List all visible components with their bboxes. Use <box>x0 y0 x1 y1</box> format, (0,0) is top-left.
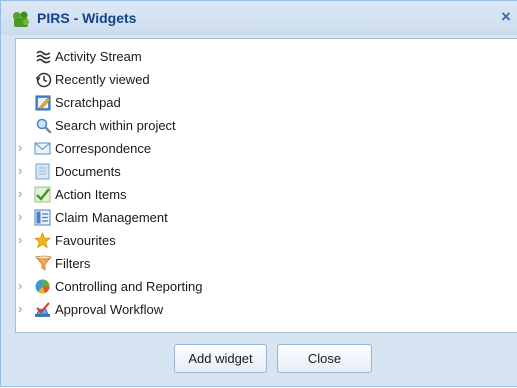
expand-arrow-icon[interactable]: › <box>18 187 30 200</box>
tree-item-filters[interactable]: Filters <box>16 252 517 275</box>
tree-item-label: Controlling and Reporting <box>55 279 203 294</box>
add-widget-button[interactable]: Add widget <box>174 344 267 373</box>
scratchpad-pencil-icon <box>35 95 51 111</box>
tree-item-recently-viewed[interactable]: Recently viewed <box>16 68 517 91</box>
tree-item-label: Approval Workflow <box>55 302 164 317</box>
widget-tree: Activity Stream Recently viewed Scratchp… <box>16 45 517 321</box>
widget-tree-panel: Activity Stream Recently viewed Scratchp… <box>15 38 517 333</box>
expand-arrow-icon[interactable]: › <box>18 164 30 177</box>
claim-grid-icon <box>34 209 51 226</box>
expand-arrow-icon[interactable]: › <box>18 210 30 223</box>
tree-item-action-items[interactable]: › Action Items <box>16 183 517 206</box>
star-icon <box>34 232 51 249</box>
tree-item-claim-management[interactable]: › Claim Management <box>16 206 517 229</box>
dialog-footer: Add widget Close <box>1 334 517 388</box>
tree-item-label: Recently viewed <box>55 72 150 87</box>
tree-item-scratchpad[interactable]: Scratchpad <box>16 91 517 114</box>
envelope-icon <box>34 142 51 155</box>
tree-item-label: Correspondence <box>55 141 152 156</box>
tree-item-label: Activity Stream <box>55 49 142 64</box>
tree-item-correspondence[interactable]: › Correspondence <box>16 137 517 160</box>
tree-item-favourites[interactable]: › Favourites <box>16 229 517 252</box>
tree-item-documents[interactable]: › Documents <box>16 160 517 183</box>
tree-item-approval-workflow[interactable]: › Approval Workflow <box>16 298 517 321</box>
tree-item-activity-stream[interactable]: Activity Stream <box>16 45 517 68</box>
expand-arrow-icon[interactable]: › <box>18 279 30 292</box>
recent-clock-icon <box>35 72 52 88</box>
close-icon[interactable]: × <box>501 8 511 25</box>
activity-stream-icon <box>36 50 51 64</box>
pie-chart-icon <box>35 279 50 294</box>
tree-item-label: Scratchpad <box>55 95 121 110</box>
tree-item-label: Search within project <box>55 118 176 133</box>
tree-item-label: Claim Management <box>55 210 168 225</box>
tree-item-label: Favourites <box>55 233 116 248</box>
tree-item-label: Documents <box>55 164 121 179</box>
dialog-title: PIRS - Widgets <box>37 10 137 26</box>
puzzle-logo-icon <box>13 11 29 27</box>
funnel-icon <box>35 255 52 271</box>
close-button[interactable]: Close <box>277 344 372 373</box>
tree-item-search-within-project[interactable]: Search within project <box>16 114 517 137</box>
checkmark-icon <box>34 186 51 203</box>
expand-arrow-icon[interactable]: › <box>18 233 30 246</box>
widgets-dialog: PIRS - Widgets × Activity Stream Recentl… <box>0 0 517 387</box>
tree-item-controlling-reporting[interactable]: › Controlling and Reporting <box>16 275 517 298</box>
search-magnifier-icon <box>36 118 52 134</box>
document-icon <box>35 163 50 180</box>
tree-item-label: Action Items <box>55 187 127 202</box>
dialog-titlebar[interactable]: PIRS - Widgets × <box>1 1 517 35</box>
expand-arrow-icon[interactable]: › <box>18 302 30 315</box>
approval-stamp-icon <box>35 302 50 317</box>
tree-item-label: Filters <box>55 256 91 271</box>
expand-arrow-icon[interactable]: › <box>18 141 30 154</box>
